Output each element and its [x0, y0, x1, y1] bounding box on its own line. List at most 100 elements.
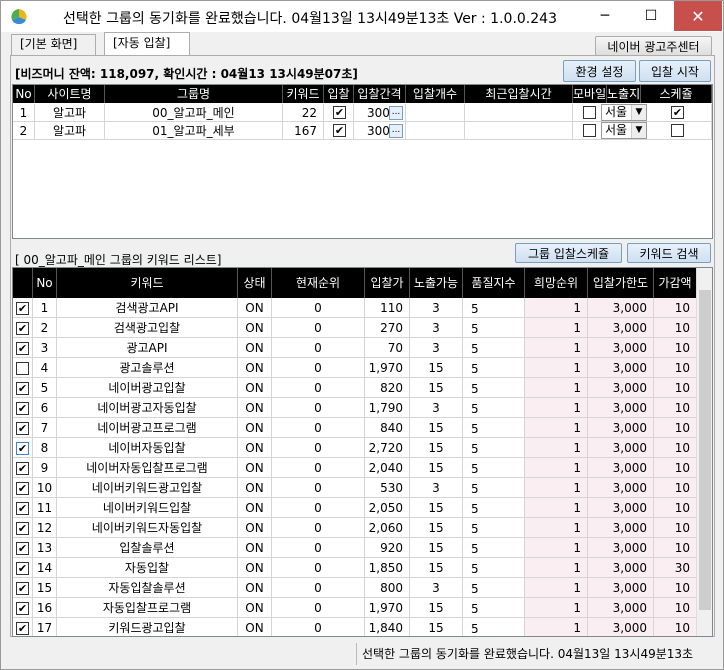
keyword-bid-limit[interactable]: 3,000	[588, 378, 654, 398]
keyword-bid-limit[interactable]: 3,000	[588, 338, 654, 358]
keyword-checkbox[interactable]: ✔	[16, 582, 29, 595]
minimize-button[interactable]: ─	[582, 1, 628, 31]
keyword-checkbox[interactable]: ✔	[16, 602, 29, 615]
keyword-hope-rank[interactable]: 1	[525, 418, 588, 438]
keyword-hope-rank[interactable]: 1	[525, 498, 588, 518]
group-mobile-checkbox[interactable]	[583, 124, 596, 137]
quality-index-bar: 5	[467, 382, 481, 396]
keyword-bid-limit[interactable]: 3,000	[588, 618, 654, 636]
keyword-adjust-amount[interactable]: 10	[654, 618, 697, 636]
keyword-adjust-amount[interactable]: 30	[654, 558, 697, 578]
group-bid-schedule-button[interactable]: 그룹 입찰스케쥴	[515, 243, 622, 263]
keyword-bid-limit[interactable]: 3,000	[588, 438, 654, 458]
keyword-hope-rank[interactable]: 1	[525, 558, 588, 578]
keyword-hope-rank[interactable]: 1	[525, 378, 588, 398]
keyword-bid-limit[interactable]: 3,000	[588, 398, 654, 418]
tab-auto-bid[interactable]: [자동 입찰]	[104, 32, 190, 55]
keyword-checkbox[interactable]: ✔	[16, 402, 29, 415]
keyword-bid-limit[interactable]: 3,000	[588, 518, 654, 538]
keyword-adjust-amount[interactable]: 10	[654, 498, 697, 518]
keyword-checkbox[interactable]	[16, 362, 29, 375]
keyword-no: 14	[33, 558, 57, 578]
quality-value: 5	[471, 622, 479, 636]
keyword-hope-rank[interactable]: 1	[525, 578, 588, 598]
title-bar[interactable]: 선택한 그룹의 동기화를 완료했습니다. 04월13일 13시49분13초 Ve…	[1, 1, 723, 32]
keyword-no: 5	[33, 378, 57, 398]
keyword-bid-limit[interactable]: 3,000	[588, 318, 654, 338]
keyword-table-scrollbar[interactable]	[696, 268, 712, 636]
keyword-hope-rank[interactable]: 1	[525, 298, 588, 318]
group-mobile-checkbox[interactable]	[583, 106, 596, 119]
group-schedule-checkbox[interactable]: ✔	[671, 106, 684, 119]
keyword-adjust-amount[interactable]: 10	[654, 358, 697, 378]
group-schedule-checkbox[interactable]	[671, 124, 684, 137]
bid-start-button[interactable]: 입찰 시작	[639, 60, 711, 82]
keyword-hope-rank[interactable]: 1	[525, 618, 588, 636]
keyword-hope-rank[interactable]: 1	[525, 398, 588, 418]
keyword-bid-limit[interactable]: 3,000	[588, 598, 654, 618]
naver-ad-center-button[interactable]: 네이버 광고주센터	[595, 36, 712, 56]
keyword-hope-rank[interactable]: 1	[525, 358, 588, 378]
keyword-adjust-amount[interactable]: 10	[654, 458, 697, 478]
close-button[interactable]: ✕	[674, 1, 722, 31]
keyword-adjust-amount[interactable]: 10	[654, 518, 697, 538]
group-bid-checkbox[interactable]: ✔	[333, 106, 346, 119]
keyword-hope-rank[interactable]: 1	[525, 598, 588, 618]
keyword-bid-limit[interactable]: 3,000	[588, 458, 654, 478]
keyword-checkbox[interactable]: ✔	[16, 322, 29, 335]
keyword-adjust-amount[interactable]: 10	[654, 438, 697, 458]
keyword-hope-rank[interactable]: 1	[525, 538, 588, 558]
keyword-hope-rank[interactable]: 1	[525, 318, 588, 338]
tab-basic-screen[interactable]: [기본 화면]	[11, 34, 96, 55]
group-bid-checkbox[interactable]: ✔	[333, 124, 346, 137]
keyword-hope-rank[interactable]: 1	[525, 478, 588, 498]
keyword-adjust-amount[interactable]: 10	[654, 298, 697, 318]
keyword-adjust-amount[interactable]: 10	[654, 378, 697, 398]
keyword-exposure: 15	[410, 458, 463, 478]
keyword-adjust-amount[interactable]: 10	[654, 398, 697, 418]
window-title: 선택한 그룹의 동기화를 완료했습니다. 04월13일 13시49분13초 Ve…	[63, 11, 557, 27]
keyword-current-rank: 0	[272, 338, 365, 358]
keyword-checkbox[interactable]: ✔	[16, 502, 29, 515]
keyword-bid-limit[interactable]: 3,000	[588, 418, 654, 438]
scrollbar-thumb[interactable]	[699, 290, 711, 610]
keyword-hope-rank[interactable]: 1	[525, 338, 588, 358]
keyword-bid-limit[interactable]: 3,000	[588, 358, 654, 378]
keyword-bid-limit[interactable]: 3,000	[588, 538, 654, 558]
keyword-bid-limit[interactable]: 3,000	[588, 478, 654, 498]
keyword-adjust-amount[interactable]: 10	[654, 598, 697, 618]
keyword-bid-limit[interactable]: 3,000	[588, 498, 654, 518]
keyword-bid-limit[interactable]: 3,000	[588, 578, 654, 598]
keyword-current-rank: 0	[272, 618, 365, 636]
keyword-checkbox[interactable]: ✔	[16, 562, 29, 575]
keyword-adjust-amount[interactable]: 10	[654, 578, 697, 598]
keyword-checkbox[interactable]: ✔	[16, 482, 29, 495]
keyword-checkbox[interactable]: ✔	[16, 542, 29, 555]
keyword-checkbox[interactable]: ✔	[16, 422, 29, 435]
group-keyword-count: 22	[283, 104, 324, 122]
keyword-hope-rank[interactable]: 1	[525, 458, 588, 478]
keyword-bid-limit[interactable]: 3,000	[588, 558, 654, 578]
keyword-checkbox[interactable]: ✔	[16, 302, 29, 315]
keyword-adjust-amount[interactable]: 10	[654, 338, 697, 358]
maximize-button[interactable]: ☐	[628, 1, 674, 31]
keyword-adjust-amount[interactable]: 10	[654, 538, 697, 558]
keyword-checkbox[interactable]: ✔	[16, 442, 29, 455]
keyword-status: ON	[238, 318, 272, 338]
keyword-checkbox[interactable]: ✔	[16, 462, 29, 475]
keyword-hope-rank[interactable]: 1	[525, 438, 588, 458]
keyword-search-button[interactable]: 키워드 검색	[627, 243, 711, 263]
keyword-checkbox[interactable]: ✔	[16, 622, 29, 635]
keyword-checkbox[interactable]: ✔	[16, 342, 29, 355]
interval-edit-button[interactable]: ...	[389, 106, 403, 120]
group-bid-count	[406, 122, 465, 140]
keyword-checkbox[interactable]: ✔	[16, 522, 29, 535]
interval-edit-button[interactable]: ...	[389, 124, 403, 138]
env-settings-button[interactable]: 환경 설정	[563, 60, 636, 82]
keyword-adjust-amount[interactable]: 10	[654, 478, 697, 498]
keyword-adjust-amount[interactable]: 10	[654, 318, 697, 338]
keyword-adjust-amount[interactable]: 10	[654, 418, 697, 438]
keyword-hope-rank[interactable]: 1	[525, 518, 588, 538]
keyword-bid-limit[interactable]: 3,000	[588, 298, 654, 318]
keyword-checkbox[interactable]: ✔	[16, 382, 29, 395]
